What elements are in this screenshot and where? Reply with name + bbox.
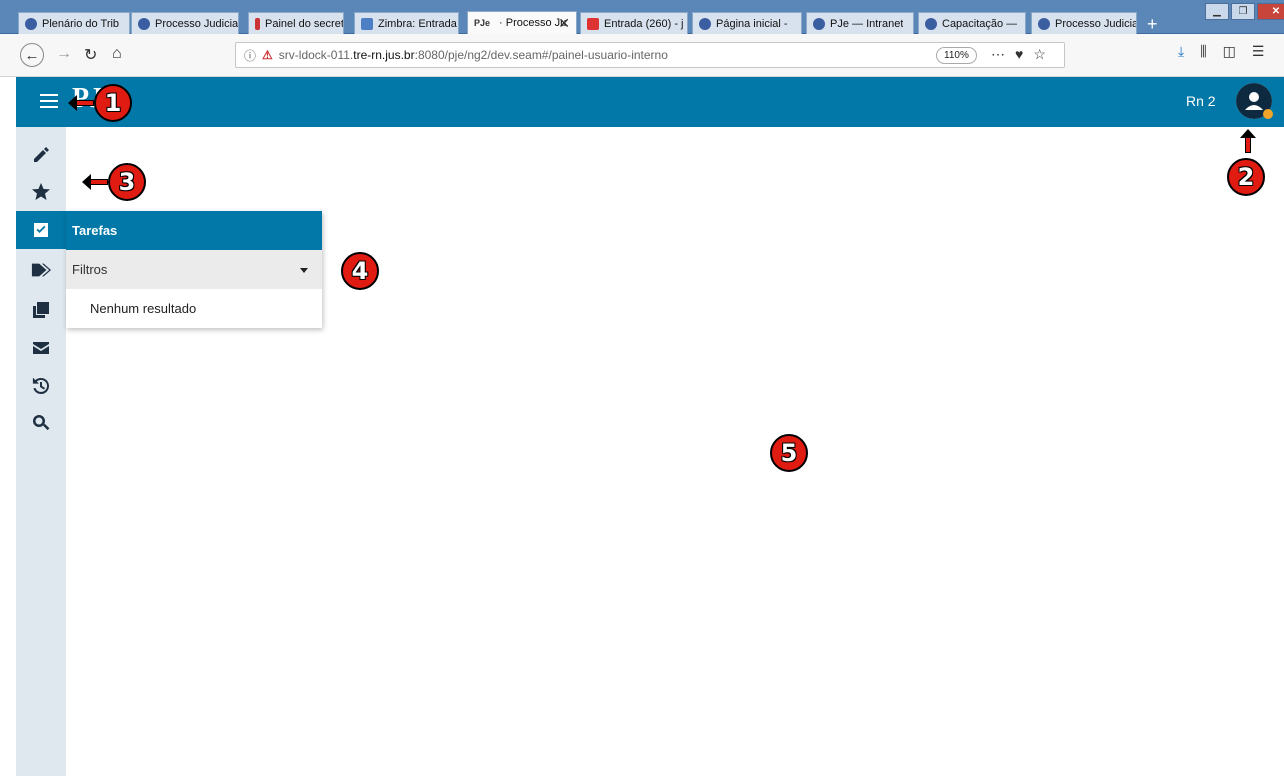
url-actions: ⋯ ♥ ☆ bbox=[991, 46, 1046, 63]
empty-result-message: Nenhum resultado bbox=[90, 301, 197, 316]
browser-tab[interactable]: Zimbra: Entrada bbox=[354, 12, 459, 34]
browser-tab[interactable]: Entrada (260) - j bbox=[580, 12, 688, 34]
callout-marker: 1 bbox=[94, 84, 132, 122]
more-icon[interactable]: ⋯ bbox=[991, 46, 1005, 63]
browser-tab[interactable]: Capacitação — bbox=[918, 12, 1026, 34]
callout-marker: 3 bbox=[108, 163, 146, 201]
home-button[interactable]: ⌂ bbox=[112, 45, 122, 63]
user-avatar[interactable] bbox=[1236, 83, 1273, 119]
address-bar[interactable]: ⓘ ⚠ srv-ldock-011. tre-rn.jus.br:8080/pje… bbox=[235, 42, 1065, 68]
minimize-button[interactable]: ▁ bbox=[1205, 3, 1229, 20]
sidebar-item-edit[interactable] bbox=[16, 136, 66, 174]
browser-nav-bar: ← → ↻ ⌂ ⓘ ⚠ srv-ldock-011. tre-rn.jus.br:… bbox=[0, 34, 1284, 77]
zoom-indicator[interactable]: 110% bbox=[936, 47, 977, 64]
download-icon[interactable]: ⤓ bbox=[1178, 43, 1184, 60]
pje-tab-icon bbox=[925, 17, 937, 30]
pje-tab-icon bbox=[138, 17, 150, 30]
tab-label: Entrada (260) - j bbox=[604, 17, 684, 30]
browser-tab[interactable]: PJe — Intranet bbox=[806, 12, 914, 34]
left-edge bbox=[0, 77, 16, 776]
info-icon[interactable]: ⓘ bbox=[244, 47, 256, 64]
tab-label: Processo Judicia bbox=[155, 17, 238, 30]
browser-tab[interactable]: Página inicial - bbox=[692, 12, 802, 34]
tab-label: Plenário do Trib bbox=[42, 17, 120, 30]
browser-tab[interactable]: Processo Judicia bbox=[131, 12, 239, 34]
pje-tab-icon bbox=[25, 17, 37, 30]
new-tab-button[interactable]: + bbox=[1147, 14, 1158, 35]
sidebar-item-tags[interactable] bbox=[16, 251, 66, 289]
tab-label: Capacitação — bbox=[942, 17, 1018, 30]
url-suffix: :8080/pje/ng2/dev.seam#/painel-usuario-i… bbox=[414, 48, 668, 62]
window-controls: ▁ ❐ ✕ bbox=[1205, 3, 1284, 20]
pje-tab-icon bbox=[699, 17, 711, 30]
callout-arrow bbox=[82, 174, 108, 190]
tab-label: Página inicial - bbox=[716, 17, 788, 30]
browser-tab[interactable]: Processo Judicia bbox=[1031, 12, 1137, 34]
app-header: PJ Rn 2 bbox=[16, 77, 1284, 127]
callout-marker: 2 bbox=[1227, 158, 1265, 196]
back-button[interactable]: ← bbox=[20, 43, 44, 67]
sidebar-item-search[interactable] bbox=[16, 404, 66, 442]
browser-tab[interactable]: Plenário do Trib bbox=[18, 12, 130, 34]
copy-icon bbox=[33, 302, 49, 318]
browser-tab-active[interactable]: PJe · Processo Ju ✕ bbox=[467, 11, 577, 34]
zimbra-tab-icon bbox=[361, 17, 373, 30]
browser-tab-bar: Plenário do Trib Processo Judicia Painel… bbox=[0, 0, 1284, 34]
envelope-icon bbox=[33, 342, 49, 354]
status-dot bbox=[1263, 109, 1273, 119]
tab-label: Processo Judicia bbox=[1055, 17, 1136, 30]
browser-tab[interactable]: Painel do secret bbox=[248, 12, 344, 34]
maximize-button[interactable]: ❐ bbox=[1231, 3, 1255, 20]
tab-label: Zimbra: Entrada bbox=[378, 17, 457, 30]
sidebar-item-tasks[interactable] bbox=[16, 211, 66, 249]
reload-button[interactable]: ↻ bbox=[84, 45, 97, 65]
callout-arrow bbox=[1240, 129, 1256, 153]
callout-marker: 4 bbox=[341, 252, 379, 290]
pje-badge-icon: PJe bbox=[474, 18, 491, 28]
tasks-flyout-panel: Tarefas Filtros Nenhum resultado bbox=[66, 211, 322, 328]
search-icon bbox=[33, 415, 50, 431]
close-tab-icon[interactable]: ✕ bbox=[558, 15, 570, 32]
sidebar-item-history[interactable] bbox=[16, 367, 66, 405]
mail-tab-icon bbox=[587, 17, 599, 30]
tab-label: · Processo Ju bbox=[499, 17, 567, 29]
library-icon[interactable]: ⫼ bbox=[1200, 43, 1206, 60]
sidebar-item-documents[interactable] bbox=[16, 291, 66, 329]
star-icon bbox=[32, 183, 50, 200]
flyout-title: Tarefas bbox=[66, 211, 322, 250]
tab-label: PJe — Intranet bbox=[830, 17, 904, 30]
pje-tab-icon bbox=[813, 17, 825, 30]
callout-arrow bbox=[68, 95, 94, 111]
hamburger-menu-icon[interactable] bbox=[40, 94, 58, 108]
sidebar-icon[interactable]: ◫ bbox=[1223, 43, 1236, 60]
bookmark-star-icon[interactable]: ☆ bbox=[1033, 46, 1046, 63]
pencil-icon bbox=[34, 147, 49, 162]
insecure-lock-icon[interactable]: ⚠ bbox=[262, 48, 273, 62]
filters-dropdown[interactable]: Filtros bbox=[66, 250, 322, 289]
checkbox-icon bbox=[34, 223, 48, 237]
tags-icon bbox=[31, 263, 51, 277]
forward-button[interactable]: → bbox=[56, 45, 72, 63]
close-window-button[interactable]: ✕ bbox=[1257, 3, 1284, 20]
url-prefix: srv-ldock-011. bbox=[278, 48, 354, 62]
red-tab-icon bbox=[255, 17, 260, 30]
callout-marker: 5 bbox=[770, 434, 808, 472]
sidebar-item-messages[interactable] bbox=[16, 329, 66, 367]
tab-label: Painel do secret bbox=[265, 17, 343, 30]
pje-tab-icon bbox=[1038, 17, 1050, 30]
toolbar-right: ⤓ ⫼ ◫ ☰ bbox=[1178, 43, 1264, 60]
url-host: tre-rn.jus.br bbox=[353, 48, 415, 62]
app-sidebar bbox=[16, 127, 66, 776]
pocket-icon[interactable]: ♥ bbox=[1015, 46, 1023, 63]
menu-icon[interactable]: ☰ bbox=[1252, 43, 1265, 60]
sidebar-item-favorites[interactable] bbox=[16, 173, 66, 211]
caret-down-icon bbox=[300, 268, 308, 273]
history-icon bbox=[32, 377, 49, 394]
user-name[interactable]: Rn 2 bbox=[1186, 93, 1216, 109]
filters-label: Filtros bbox=[72, 262, 108, 277]
